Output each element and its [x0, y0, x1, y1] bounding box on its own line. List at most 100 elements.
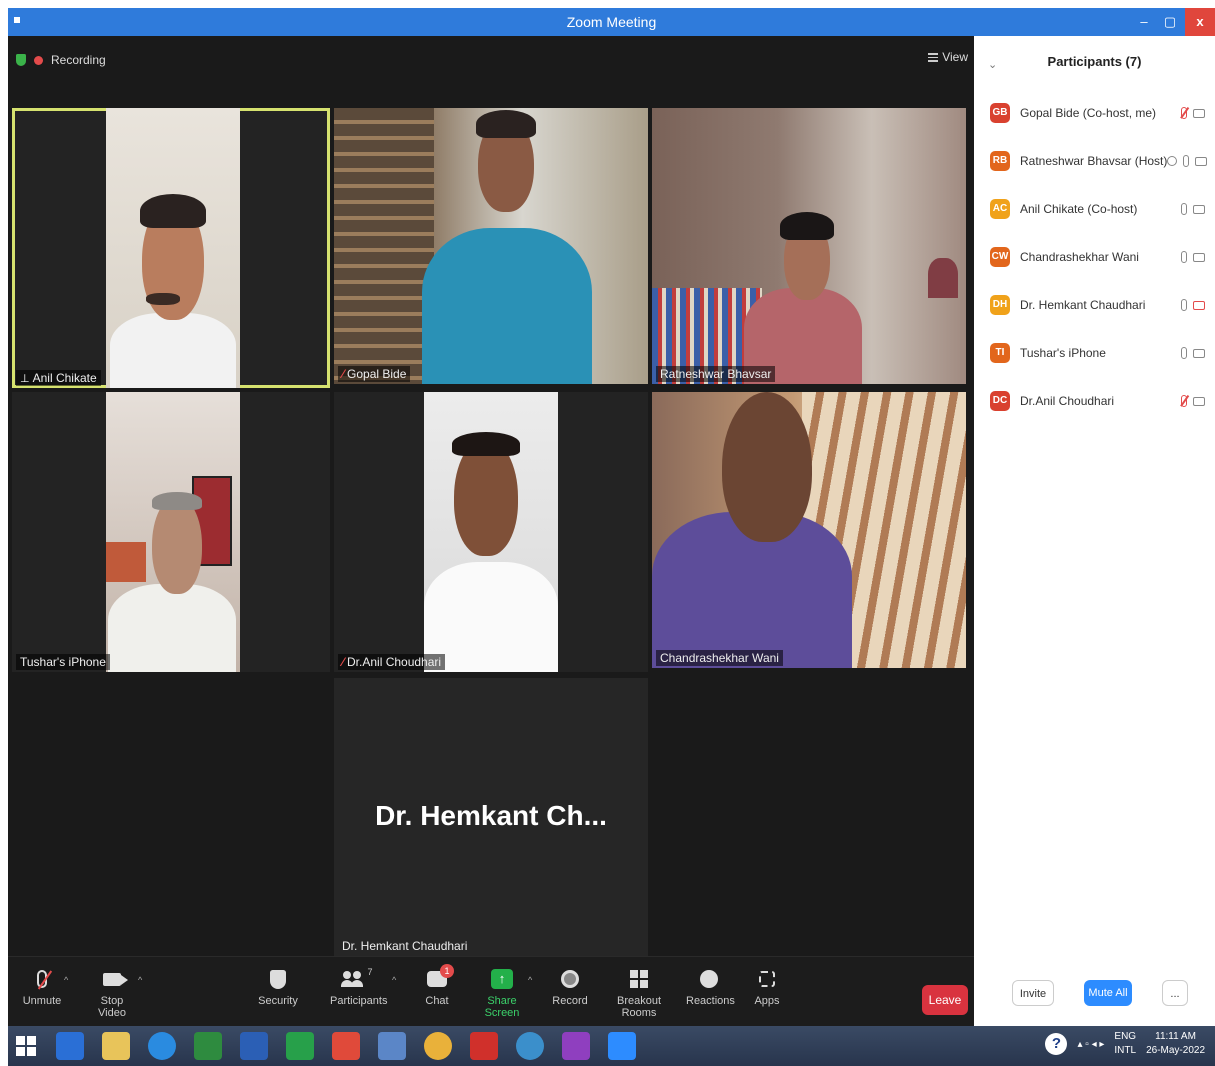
view-grid-icon [928, 52, 939, 62]
chat-unread-badge: 1 [440, 964, 454, 978]
invite-button[interactable]: Invite [1012, 980, 1054, 1006]
camera-icon[interactable] [1193, 252, 1205, 262]
share-screen-button[interactable]: ↑ Share Screen [474, 967, 530, 1019]
camera-icon [103, 972, 128, 986]
app-icon-red[interactable] [332, 1032, 360, 1060]
security-button[interactable]: Security [258, 967, 298, 1007]
unmute-button[interactable]: Unmute [22, 967, 62, 1007]
participants-options-caret[interactable]: ^ [392, 975, 396, 985]
maximize-button[interactable]: ▢ [1155, 8, 1185, 36]
video-tile-dr-anil-choudhari[interactable]: ⁄ Dr.Anil Choudhari [334, 392, 648, 672]
video-feed [334, 108, 648, 384]
mic-icon[interactable] [1181, 299, 1187, 311]
breakout-rooms-button[interactable]: Breakout Rooms [604, 967, 674, 1019]
video-options-caret[interactable]: ^ [138, 975, 142, 985]
chat-icon: 1 [427, 964, 454, 987]
calculator-icon[interactable] [286, 1032, 314, 1060]
video-tile-chandrashekhar-wani[interactable]: Chandrashekhar Wani [652, 392, 966, 668]
mic-muted-icon: ⁄ [342, 367, 345, 381]
internet-explorer-icon[interactable] [56, 1032, 84, 1060]
meeting-area: Recording View ⊥ Anil Chikate ⁄ Gopal Bi… [8, 36, 974, 956]
video-feed [106, 392, 240, 672]
participant-name: Anil Chikate (Co-host) [1020, 202, 1138, 216]
mute-all-button[interactable]: Mute All [1084, 980, 1132, 1006]
participant-row[interactable]: TI Tushar's iPhone [990, 338, 1205, 368]
mic-icon[interactable] [1181, 251, 1187, 263]
leave-button[interactable]: Leave [922, 985, 968, 1015]
audio-options-caret[interactable]: ^ [64, 975, 68, 985]
camera-icon[interactable] [1193, 396, 1205, 406]
participant-name-label: Chandrashekhar Wani [656, 650, 783, 666]
participants-count: 7 [367, 967, 373, 977]
tray-icons[interactable]: ▴ ▫ ◂ ▸ [1077, 1039, 1104, 1050]
windows-start-icon[interactable] [16, 1036, 36, 1056]
view-label: View [942, 50, 968, 64]
participants-button[interactable]: 7 Participants [330, 967, 387, 1007]
encryption-shield-icon[interactable] [16, 54, 26, 66]
app-icon-blue[interactable] [378, 1032, 406, 1060]
meeting-status: Recording [16, 50, 106, 70]
close-button[interactable]: x [1185, 8, 1215, 36]
participant-name-label: Dr. Hemkant Chaudhari [342, 939, 468, 953]
participant-row[interactable]: AC Anil Chikate (Co-host) [990, 194, 1205, 224]
chat-button[interactable]: 1 Chat [420, 964, 454, 1007]
mic-icon[interactable] [1181, 203, 1187, 215]
zoom-window: Zoom Meeting – ▢ x Recording View ⊥ Anil… [8, 8, 1215, 1066]
file-explorer-icon[interactable] [102, 1032, 130, 1060]
mic-muted-icon[interactable] [1181, 395, 1187, 407]
browser-icon[interactable] [148, 1032, 176, 1060]
word-icon[interactable] [240, 1032, 268, 1060]
apps-button[interactable]: Apps [752, 967, 782, 1007]
mic-muted-icon[interactable] [1181, 107, 1187, 119]
view-button[interactable]: View [928, 50, 968, 64]
participant-row[interactable]: GB Gopal Bide (Co-host, me) [990, 98, 1205, 128]
chrome-icon[interactable] [424, 1032, 452, 1060]
microphone-muted-icon [37, 970, 47, 988]
media-app-icon[interactable] [516, 1032, 544, 1060]
participant-name-label: ⊥ Anil Chikate [16, 370, 101, 386]
mic-icon[interactable] [1181, 347, 1187, 359]
app-icon-purple[interactable] [562, 1032, 590, 1060]
record-button[interactable]: Record [552, 967, 588, 1007]
excel-icon[interactable] [194, 1032, 222, 1060]
reactions-button[interactable]: Reactions [686, 967, 735, 1007]
participant-row[interactable]: DC Dr.Anil Choudhari [990, 386, 1205, 416]
camera-icon[interactable] [1193, 348, 1205, 358]
help-icon[interactable]: ? [1045, 1033, 1068, 1055]
video-feed [424, 392, 558, 672]
record-icon [561, 970, 579, 988]
participants-icon [341, 971, 365, 987]
video-tile-gopal-bide[interactable]: ⁄ Gopal Bide [334, 108, 648, 384]
video-tile-anil-chikate[interactable]: ⊥ Anil Chikate [12, 108, 330, 388]
participant-avatar: TI [990, 343, 1010, 363]
camera-icon[interactable] [1195, 156, 1208, 166]
video-tile-ratneshwar-bhavsar[interactable]: Ratneshwar Bhavsar [652, 108, 966, 384]
mic-icon[interactable] [1183, 155, 1190, 167]
breakout-rooms-icon [630, 970, 648, 988]
reactions-icon [700, 970, 718, 988]
camera-off-icon[interactable] [1193, 300, 1205, 310]
language-indicator[interactable]: ENG INTL [1114, 1030, 1136, 1058]
camera-icon[interactable] [1193, 204, 1205, 214]
participant-avatar: AC [990, 199, 1010, 219]
pin-icon: ⊥ [20, 372, 30, 385]
video-feed [652, 108, 966, 384]
zoom-taskbar-icon[interactable] [608, 1032, 636, 1060]
video-tile-tushars-iphone[interactable]: Tushar's iPhone [12, 392, 330, 672]
participant-name: Dr.Anil Choudhari [1020, 394, 1115, 408]
camera-icon[interactable] [1193, 108, 1205, 118]
clock[interactable]: 11:11 AM 26-May-2022 [1146, 1030, 1205, 1058]
more-options-button[interactable]: ... [1162, 980, 1188, 1006]
participant-row[interactable]: DH Dr. Hemkant Chaudhari [990, 290, 1205, 320]
participant-row[interactable]: CW Chandrashekhar Wani [990, 242, 1205, 272]
participants-panel: ⌄ Participants (7) GB Gopal Bide (Co-hos… [974, 36, 1215, 1026]
video-feed [106, 108, 240, 388]
video-tile-dr-hemkant-chaudhari[interactable]: Dr. Hemkant Ch... Dr. Hemkant Chaudhari [334, 678, 648, 956]
acrobat-icon[interactable] [470, 1032, 498, 1060]
stop-video-button[interactable]: Stop Video [86, 967, 138, 1019]
participant-avatar: RB [990, 151, 1010, 171]
video-feed [652, 392, 966, 668]
participant-row[interactable]: RB Ratneshwar Bhavsar (Host) [990, 146, 1208, 176]
share-options-caret[interactable]: ^ [528, 975, 532, 985]
share-screen-icon: ↑ [491, 969, 513, 989]
